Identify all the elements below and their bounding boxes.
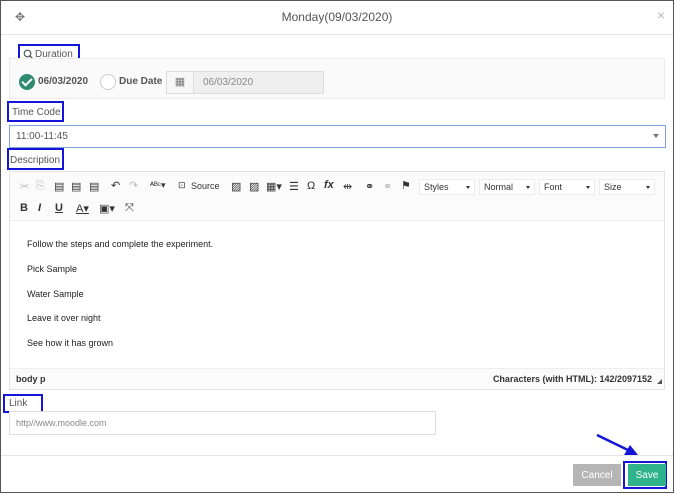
text-color-icon[interactable]: A▾	[76, 202, 89, 215]
size-select-label: Size	[604, 182, 622, 192]
time-code-value: 11:00-11:45	[16, 131, 68, 142]
spellcheck-icon[interactable]: ᴬᴮᶜ▾	[150, 180, 166, 191]
arrow-annotation-icon	[596, 433, 638, 455]
close-icon[interactable]: ×	[657, 7, 665, 23]
unlink-icon[interactable]: ⚭	[383, 180, 392, 193]
date-value: 06/03/2020	[203, 77, 254, 88]
due-date-label: Due Date	[119, 76, 163, 87]
link-input[interactable]	[10, 412, 435, 434]
anchor-flag-icon[interactable]: ⚑	[401, 179, 411, 192]
chevron-down-icon	[653, 134, 659, 138]
bold-button[interactable]: B	[20, 202, 28, 214]
time-code-select[interactable]: 11:00-11:45	[9, 125, 666, 148]
dialog-header: ✥ Monday(09/03/2020) ×	[1, 1, 673, 35]
date-field[interactable]: ▦ 06/03/2020	[166, 71, 324, 94]
paste-word-icon[interactable]: ▤	[89, 180, 99, 193]
special-char-icon[interactable]: Ω	[307, 180, 315, 192]
description-label: Description	[10, 155, 61, 166]
dialog-title: Monday(09/03/2020)	[281, 10, 393, 24]
footer-divider	[1, 455, 673, 456]
image-icon[interactable]: ▨	[231, 180, 241, 193]
redo-icon[interactable]: ↷	[129, 179, 138, 192]
table-icon[interactable]: ▦▾	[266, 180, 282, 193]
paste-icon[interactable]: ▤	[54, 180, 64, 193]
editor-content[interactable]: Follow the steps and complete the experi…	[10, 221, 664, 369]
italic-button[interactable]: I	[38, 202, 41, 214]
horizontal-line-icon[interactable]: ☰	[289, 180, 299, 193]
size-select[interactable]: Size	[599, 179, 655, 195]
image2-icon[interactable]: ▨	[249, 180, 259, 193]
dialog: ✥ Monday(09/03/2020) × Duration 06/03/20…	[0, 0, 674, 493]
formula-icon[interactable]: fx	[324, 179, 334, 191]
styles-select[interactable]: Styles	[419, 179, 475, 195]
source-icon[interactable]: ⊡	[178, 180, 186, 191]
cut-icon[interactable]: ✂	[20, 180, 29, 193]
font-select-label: Font	[544, 182, 563, 192]
format-select-label: Normal	[484, 182, 514, 192]
format-select[interactable]: Normal	[479, 179, 535, 195]
maximize-icon[interactable]: ⤧	[125, 202, 134, 215]
paste-text-icon[interactable]: ▤	[71, 180, 81, 193]
content-line: Follow the steps and complete the experi…	[27, 239, 214, 249]
element-path[interactable]: body p	[16, 374, 46, 384]
undo-icon[interactable]: ↶	[111, 179, 120, 192]
content-line: Leave it over night	[27, 313, 101, 323]
bg-color-icon[interactable]: ▣▾	[99, 202, 115, 215]
content-line: See how it has grown	[27, 338, 114, 348]
cancel-button[interactable]: Cancel	[573, 464, 621, 486]
page-break-icon[interactable]: ⇹	[343, 180, 352, 193]
resize-grip-icon[interactable]	[657, 379, 662, 384]
duration-date-label: 06/03/2020	[38, 76, 89, 87]
time-code-label: Time Code	[12, 107, 61, 118]
styles-select-label: Styles	[424, 182, 449, 192]
rich-text-editor: ✂ ⎘ ▤ ▤ ▤ ↶ ↷ ᴬᴮᶜ▾ ⊡ Source ▨ ▨ ▦▾ ☰ Ω f…	[9, 171, 665, 390]
content-line: Water Sample	[27, 289, 84, 299]
save-button[interactable]: Save	[628, 464, 666, 486]
content-line: Pick Sample	[27, 264, 78, 274]
calendar-icon[interactable]: ▦	[167, 72, 194, 93]
underline-button[interactable]: U	[55, 202, 63, 214]
editor-toolbar: ✂ ⎘ ▤ ▤ ▤ ↶ ↷ ᴬᴮᶜ▾ ⊡ Source ▨ ▨ ▦▾ ☰ Ω f…	[10, 172, 664, 221]
link-label: Link	[9, 398, 28, 409]
font-select[interactable]: Font	[539, 179, 595, 195]
editor-status-bar: body p Characters (with HTML): 142/20971…	[10, 368, 664, 389]
source-button[interactable]: Source	[191, 181, 220, 191]
duration-date-radio[interactable]	[19, 74, 35, 90]
link-field[interactable]	[9, 411, 436, 435]
due-date-radio[interactable]	[100, 74, 116, 90]
copy-icon[interactable]: ⎘	[36, 180, 45, 193]
char-count: Characters (with HTML): 142/2097152	[492, 374, 652, 384]
link-icon[interactable]: ⚭	[365, 180, 374, 193]
